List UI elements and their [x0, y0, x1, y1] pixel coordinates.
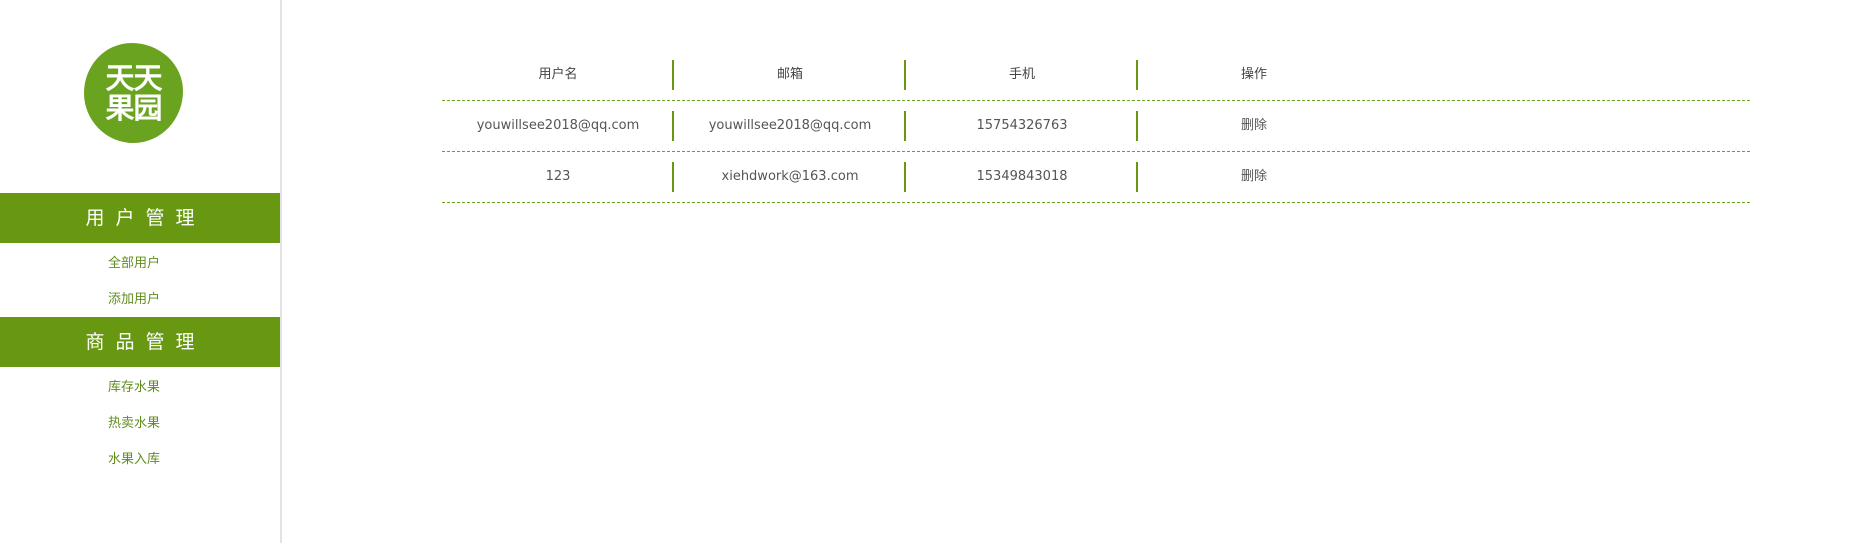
menu-header-user-management[interactable]: 用户管理 [0, 193, 280, 243]
logo: 天天 果园 [84, 43, 183, 143]
delete-button[interactable]: 删除 [1138, 162, 1370, 192]
column-header-username: 用户名 [442, 60, 674, 90]
sidebar-item-hot-fruit[interactable]: 热卖水果 [0, 413, 268, 435]
delete-button[interactable]: 删除 [1138, 111, 1370, 141]
cell-email: youwillsee2018@qq.com [674, 111, 906, 141]
menu-header-goods-management[interactable]: 商品管理 [0, 317, 280, 367]
user-table: 用户名 邮箱 手机 操作 youwillsee2018@qq.com youwi… [442, 50, 1750, 203]
sidebar: 天天 果园 用户管理 全部用户 添加用户 商品管理 库存水果 热卖水果 水果入库 [0, 0, 282, 543]
cell-username: 123 [442, 162, 674, 192]
column-header-action: 操作 [1240, 67, 1267, 82]
logo-line-1: 天天 [105, 61, 162, 95]
column-header-email: 邮箱 [674, 60, 906, 90]
sidebar-item-all-users[interactable]: 全部用户 [0, 253, 268, 275]
cell-username: youwillsee2018@qq.com [442, 111, 674, 141]
sidebar-item-stock-fruit[interactable]: 库存水果 [0, 377, 268, 399]
cell-phone: 15349843018 [906, 162, 1138, 192]
cell-phone: 15754326763 [906, 111, 1138, 141]
logo-line-2: 果园 [105, 91, 162, 125]
column-header-phone: 手机 [906, 60, 1138, 90]
table-header-row: 用户名 邮箱 手机 操作 [442, 50, 1750, 101]
sidebar-item-add-user[interactable]: 添加用户 [0, 289, 268, 311]
cell-email: xiehdwork@163.com [674, 162, 906, 192]
table-row: 123 xiehdwork@163.com 15349843018 删除 [442, 152, 1750, 203]
table-row: youwillsee2018@qq.com youwillsee2018@qq.… [442, 101, 1750, 152]
sidebar-item-fruit-stock-in[interactable]: 水果入库 [0, 449, 268, 471]
